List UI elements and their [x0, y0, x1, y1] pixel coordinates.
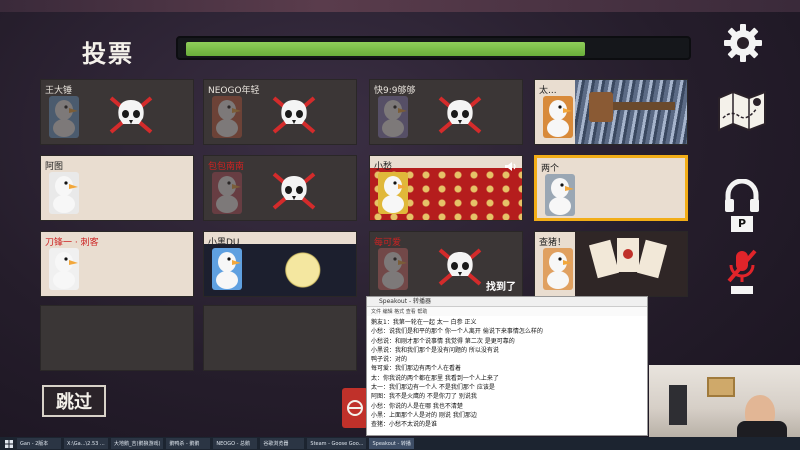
- player-avatar: [49, 172, 79, 214]
- chat-window-title: Speakout - 转播器: [367, 297, 647, 307]
- player-card[interactable]: NEOGO年轻: [203, 79, 357, 145]
- chat-line: 小愁：你说的人是在哪 我也不清楚: [371, 402, 463, 410]
- wall-frame: [707, 377, 735, 397]
- webcam-feed: [649, 365, 800, 437]
- player-name: 小愁: [374, 162, 393, 172]
- dead-skull-icon: [272, 170, 316, 212]
- taskbar-item[interactable]: 大地鹅_吉(鹅狼游戏): [111, 438, 164, 449]
- dead-skull-icon: [438, 94, 482, 136]
- player-avatar: [378, 96, 408, 138]
- taskbar-item[interactable]: Steam - Goose Goo...: [307, 438, 367, 449]
- taskbar-item[interactable]: NEOGO - 总鹅: [213, 438, 258, 449]
- player-card[interactable]: 小愁: [369, 155, 523, 221]
- chat-transcript: 鹅友1：我第一轮在一起 太一 白参 正义小愁：说我们是和平的那个 你一个人离开 …: [367, 316, 647, 432]
- player-name: 太...: [539, 86, 557, 96]
- player-avatar: [543, 248, 573, 290]
- chat-line: 太：你我说的两个都在那里 我看到一个人上来了: [371, 374, 499, 382]
- taskbar-item[interactable]: 谷歌浏览器: [260, 438, 305, 449]
- card-art-hammer: [575, 80, 687, 144]
- role-icon: [342, 388, 368, 428]
- chat-line: 小愁说：和刚才那个说事情 我觉得 第二次 是更可靠的: [371, 337, 515, 345]
- player-card-empty: [40, 305, 194, 371]
- skip-vote-button[interactable]: 跳过: [42, 385, 106, 417]
- player-card[interactable]: 太...: [534, 79, 688, 145]
- gear-icon[interactable]: [720, 20, 766, 66]
- card-art-playing-cards: [575, 232, 687, 296]
- player-name: 刀锋一 · 刺客: [45, 238, 99, 248]
- player-avatar: [378, 172, 408, 214]
- windows-start-icon[interactable]: [4, 439, 14, 449]
- mute-icon[interactable]: [722, 244, 762, 298]
- speaker-icon: [504, 157, 518, 176]
- player-card[interactable]: 刀锋一 · 刺客: [40, 231, 194, 297]
- player-card-empty: [203, 305, 357, 371]
- frame-decoration: [0, 0, 800, 12]
- player-card[interactable]: 包包南南: [203, 155, 357, 221]
- player-name: 小黑DU: [208, 238, 240, 248]
- player-card[interactable]: 王大锤: [40, 79, 194, 145]
- player-card[interactable]: 每可爱找到了: [369, 231, 523, 297]
- player-name: 每可爱: [374, 238, 402, 248]
- headphones-icon[interactable]: P: [722, 176, 762, 234]
- player-avatar: [212, 248, 242, 290]
- mute-key-box: [731, 286, 753, 294]
- chat-line: 小愁：说我们是和平的那个 你一个人离开 偷说下来事情怎么样的: [371, 328, 543, 336]
- dead-skull-icon: [438, 246, 482, 288]
- chat-line: 鹅友1：我第一轮在一起 太一 白参 正义: [371, 319, 477, 326]
- player-name: 包包南南: [208, 162, 245, 172]
- player-card[interactable]: 两个: [534, 155, 688, 221]
- map-icon[interactable]: [714, 86, 770, 134]
- chat-line: 小黑：上面那个人是对的 刚说 我们那边: [371, 411, 477, 419]
- vote-timer-bar: [176, 36, 691, 60]
- page-title: 投票: [82, 40, 134, 68]
- chat-line: 太一：我们那边有一个人 不是我们那个 应该是: [371, 384, 495, 392]
- player-name: 查猪！: [539, 238, 567, 248]
- dead-skull-icon: [109, 94, 153, 136]
- dead-skull-icon: [272, 94, 316, 136]
- player-avatar: [543, 96, 573, 138]
- chat-line: 查猪：小愁不太说的是谁: [371, 421, 438, 429]
- push-to-talk-key: P: [731, 215, 753, 232]
- player-card[interactable]: 查猪！: [534, 231, 688, 297]
- found-label: 找到了: [486, 282, 516, 293]
- chair: [669, 385, 687, 425]
- chat-line: 每可爱：我们那边有两个人在看着: [371, 365, 462, 373]
- taskbar-item[interactable]: Speakout - 转播: [369, 438, 414, 449]
- player-avatar: [49, 248, 79, 290]
- player-avatar: [378, 248, 408, 290]
- chat-line: 鸭子说：对的: [371, 356, 408, 364]
- player-card[interactable]: 小黑DU: [203, 231, 357, 297]
- player-name: 王大锤: [45, 86, 73, 96]
- windows-taskbar: Gan - 2版本 X:\Ga...\2.53 ... 大地鹅_吉(鹅狼游戏) 鹅鸭杀…: [0, 437, 800, 450]
- player-card[interactable]: 阿图: [40, 155, 194, 221]
- player-avatar: [212, 172, 242, 214]
- taskbar-item[interactable]: Gan - 2版本: [17, 438, 61, 449]
- chat-line: 阿图：我不是火鹰的 不是你刀了 别说我: [371, 393, 477, 401]
- player-name: 阿图: [45, 162, 64, 172]
- player-card[interactable]: 快9:9够够: [369, 79, 523, 145]
- player-avatar: [545, 174, 575, 216]
- streamer-body: [737, 421, 787, 437]
- chat-overlay-window[interactable]: Speakout - 转播器 文件 编辑 格式 查看 帮助 鹅友1：我第一轮在一…: [366, 296, 648, 436]
- player-name: 快9:9够够: [374, 86, 416, 96]
- chat-window-menu[interactable]: 文件 编辑 格式 查看 帮助: [367, 307, 647, 316]
- vote-timer-fill: [186, 42, 586, 56]
- taskbar-item[interactable]: 鹅鸭杀 - 鹅鹅: [166, 438, 211, 449]
- player-avatar: [212, 96, 242, 138]
- player-name: 两个: [541, 164, 560, 174]
- player-avatar: [49, 96, 79, 138]
- taskbar-item[interactable]: X:\Ga...\2.53 ...: [64, 438, 108, 449]
- chat-line: 小黑说：我和我们那个是没有问题的 所以没有说: [371, 346, 499, 354]
- player-name: NEOGO年轻: [208, 86, 260, 96]
